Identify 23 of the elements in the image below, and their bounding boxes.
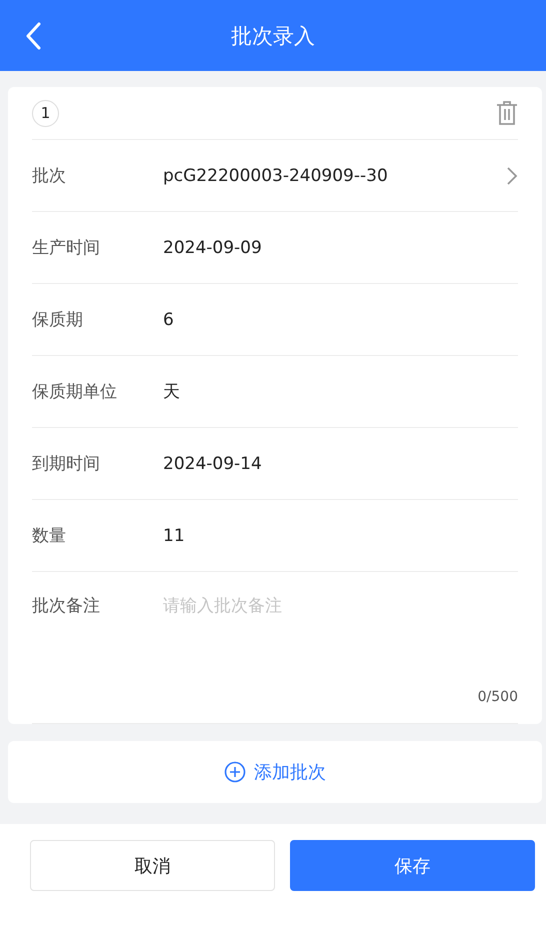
select-row[interactable]: 批次 pcG22200003-240909--30 xyxy=(32,140,518,212)
cancel-button[interactable]: 取消 xyxy=(30,840,275,891)
field-label: 批次 xyxy=(32,165,67,187)
trash-icon[interactable] xyxy=(496,100,518,126)
field-value: 2024-09-09 xyxy=(163,238,263,258)
field-value: pcG22200003-240909--30 xyxy=(163,166,389,186)
plus-circle-icon xyxy=(224,761,246,783)
field-label: 保质期单位 xyxy=(32,381,118,403)
batch-number: 1 xyxy=(32,100,59,126)
field-label: 到期时间 xyxy=(32,453,101,475)
field-value: 11 xyxy=(163,526,186,546)
field-value: 6 xyxy=(163,310,175,330)
field-value: 天 xyxy=(163,381,181,403)
chevron-right-icon xyxy=(506,166,518,186)
add-batch-button[interactable]: 添加批次 xyxy=(8,741,542,803)
field-label: 生产时间 xyxy=(32,237,101,259)
field-value: 2024-09-14 xyxy=(163,454,263,474)
save-button[interactable]: 保存 xyxy=(290,840,535,891)
field-label: 保质期 xyxy=(32,309,84,331)
char-counter: 0/500 xyxy=(478,689,518,705)
field-label: 批次备注 xyxy=(32,595,101,617)
field-label: 数量 xyxy=(32,525,67,547)
page-title: 批次录入 xyxy=(231,22,315,50)
